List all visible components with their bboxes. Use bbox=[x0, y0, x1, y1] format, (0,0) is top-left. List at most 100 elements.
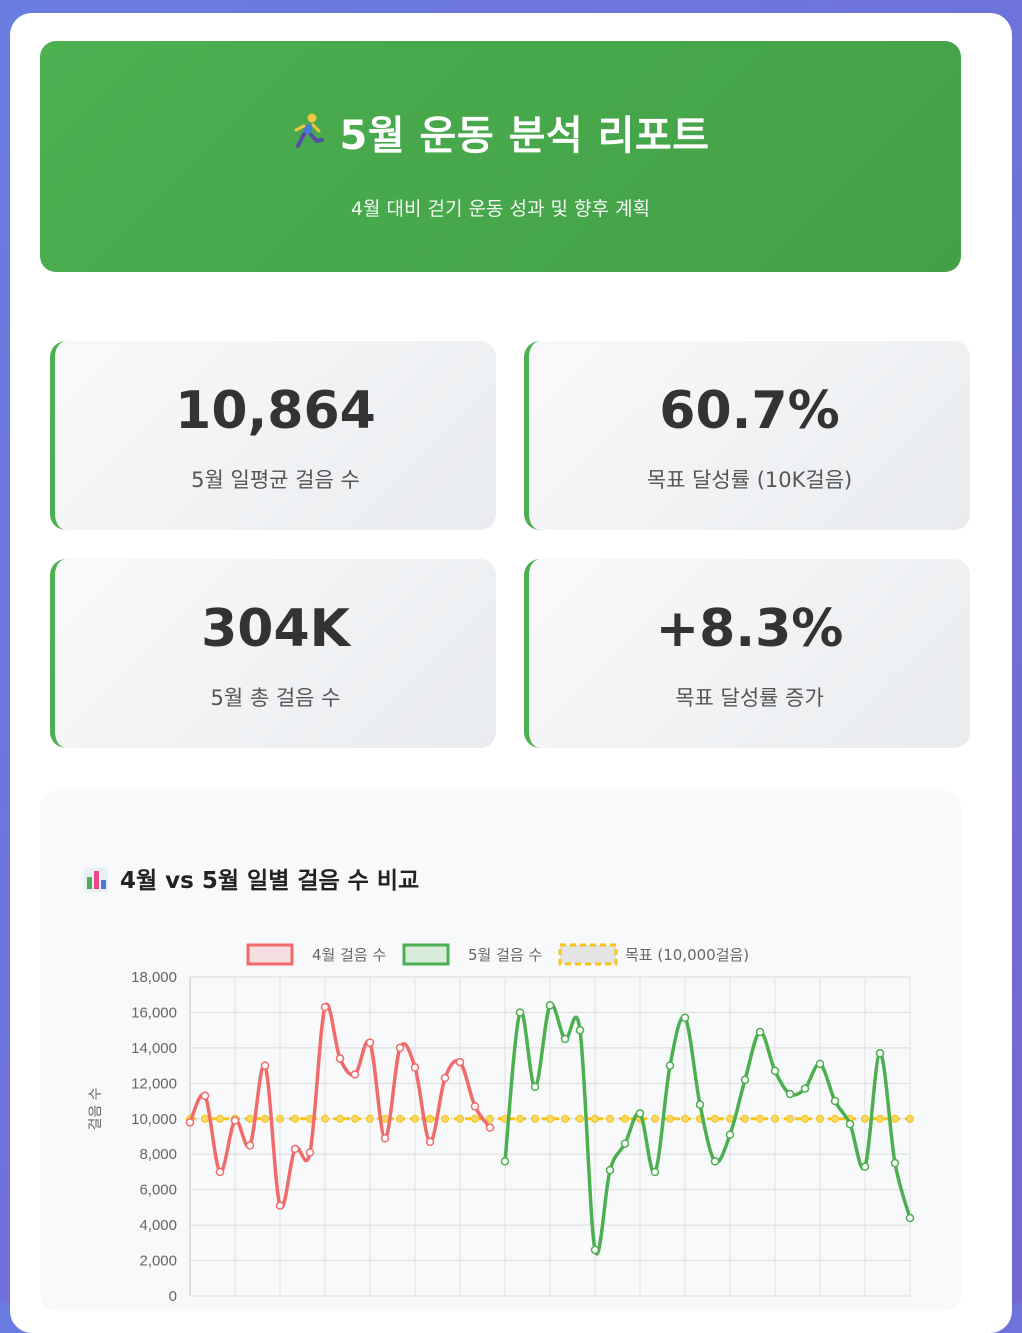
goal-point bbox=[906, 1114, 914, 1123]
goal-point bbox=[486, 1114, 494, 1123]
report-title: 5월 운동 분석 리포트 bbox=[40, 103, 961, 161]
goal-point bbox=[291, 1114, 299, 1123]
goal-point bbox=[246, 1114, 254, 1123]
goal-point bbox=[336, 1114, 344, 1123]
stat-card-daily-average: 10,864 5월 일평균 걸음 수 bbox=[50, 341, 496, 530]
goal-point bbox=[546, 1114, 554, 1123]
y-tick-label: 2,000 bbox=[139, 1253, 177, 1270]
steps-line-chart: 0 2,000 4,000 6,000 8,000 10,000 12,000 14,000 1… bbox=[88, 943, 915, 1305]
report-title-text: 5월 운동 분석 리포트 bbox=[339, 113, 710, 159]
data-point bbox=[455, 1057, 465, 1067]
legend-swatch bbox=[402, 943, 450, 966]
stat-value: 10,864 bbox=[175, 381, 376, 441]
running-person-icon bbox=[291, 113, 325, 158]
data-point bbox=[350, 1070, 360, 1079]
data-point bbox=[440, 1073, 450, 1083]
data-point bbox=[545, 1001, 555, 1010]
stat-label: 5월 일평균 걸음 수 bbox=[191, 468, 360, 492]
data-point bbox=[185, 1118, 195, 1127]
goal-point bbox=[666, 1114, 674, 1123]
goal-point bbox=[381, 1114, 389, 1123]
data-point bbox=[590, 1245, 600, 1255]
data-point bbox=[635, 1109, 645, 1118]
goal-point bbox=[741, 1114, 749, 1123]
data-point bbox=[620, 1139, 630, 1148]
data-point bbox=[290, 1144, 300, 1154]
report-subtitle: 4월 대비 걷기 운동 성과 및 향후 계획 bbox=[350, 198, 651, 220]
stat-value: 60.7% bbox=[659, 381, 840, 441]
goal-point bbox=[831, 1114, 839, 1123]
goal-point bbox=[471, 1114, 479, 1123]
goal-point bbox=[261, 1114, 269, 1123]
data-point bbox=[335, 1054, 345, 1063]
data-point bbox=[710, 1157, 720, 1166]
data-point bbox=[260, 1061, 270, 1070]
stat-card-goal-rate: 60.7% 목표 달성률 (10K걸음) bbox=[524, 341, 970, 530]
y-tick-label: 0 bbox=[169, 1288, 177, 1305]
data-point bbox=[845, 1119, 855, 1129]
goal-point bbox=[276, 1114, 284, 1123]
goal-point bbox=[576, 1114, 584, 1123]
data-point bbox=[410, 1063, 420, 1072]
goal-point bbox=[756, 1114, 764, 1123]
data-point bbox=[215, 1167, 225, 1177]
data-point bbox=[530, 1082, 540, 1092]
data-point bbox=[770, 1066, 780, 1076]
data-point bbox=[305, 1148, 315, 1157]
data-point bbox=[740, 1075, 750, 1085]
data-point bbox=[485, 1123, 495, 1132]
data-point bbox=[725, 1130, 735, 1139]
data-point bbox=[800, 1084, 810, 1093]
data-point bbox=[890, 1158, 900, 1168]
data-point bbox=[380, 1134, 390, 1143]
legend-label: 4월 걸음 수 bbox=[312, 946, 386, 964]
goal-point bbox=[456, 1114, 464, 1123]
data-point bbox=[275, 1201, 285, 1210]
goal-point bbox=[531, 1114, 539, 1123]
stat-value: 304K bbox=[201, 599, 350, 659]
data-point bbox=[500, 1157, 510, 1166]
data-point bbox=[695, 1100, 705, 1109]
data-point bbox=[575, 1025, 585, 1035]
data-point bbox=[320, 1002, 330, 1012]
data-point bbox=[785, 1089, 795, 1099]
goal-point bbox=[621, 1114, 629, 1123]
data-point bbox=[830, 1096, 840, 1106]
data-point bbox=[815, 1059, 825, 1069]
y-axis-label: 걸음 수 bbox=[88, 1087, 104, 1130]
y-tick-label: 4,000 bbox=[139, 1217, 177, 1234]
goal-point bbox=[786, 1114, 794, 1123]
y-tick-label: 8,000 bbox=[139, 1146, 177, 1163]
goal-point bbox=[591, 1114, 599, 1123]
stat-card-goal-increase: +8.3% 목표 달성률 증가 bbox=[524, 559, 970, 748]
data-point bbox=[365, 1038, 375, 1047]
data-point bbox=[425, 1137, 435, 1147]
data-point bbox=[665, 1061, 675, 1070]
y-tick-label: 16,000 bbox=[131, 1004, 177, 1021]
goal-point bbox=[426, 1114, 434, 1123]
goal-point bbox=[321, 1114, 329, 1123]
data-point bbox=[605, 1165, 615, 1175]
stat-value: +8.3% bbox=[655, 599, 844, 659]
y-tick-label: 18,000 bbox=[131, 969, 177, 986]
goal-point bbox=[351, 1114, 359, 1123]
goal-point bbox=[861, 1114, 869, 1123]
data-point bbox=[875, 1048, 885, 1058]
data-point bbox=[755, 1027, 765, 1037]
goal-point bbox=[801, 1114, 809, 1123]
y-tick-label: 14,000 bbox=[131, 1040, 177, 1057]
y-tick-label: 6,000 bbox=[139, 1182, 177, 1199]
data-point bbox=[680, 1013, 690, 1023]
data-point bbox=[230, 1116, 240, 1125]
report-header: 5월 운동 분석 리포트 4월 대비 걷기 운동 성과 및 향후 계획 bbox=[40, 41, 961, 272]
stat-label: 목표 달성률 증가 bbox=[675, 686, 824, 710]
goal-point bbox=[516, 1114, 524, 1123]
data-point bbox=[515, 1008, 525, 1017]
legend-label: 5월 걸음 수 bbox=[468, 946, 542, 964]
chart-panel: 4월 vs 5월 일별 걸음 수 비교 0 2,000 4,000 6,000 8,00… bbox=[40, 791, 961, 1311]
goal-point bbox=[366, 1114, 374, 1123]
goal-point bbox=[711, 1114, 719, 1123]
legend-label: 목표 (10,000걸음) bbox=[625, 946, 749, 964]
data-point bbox=[470, 1102, 480, 1111]
goal-point bbox=[771, 1114, 779, 1123]
